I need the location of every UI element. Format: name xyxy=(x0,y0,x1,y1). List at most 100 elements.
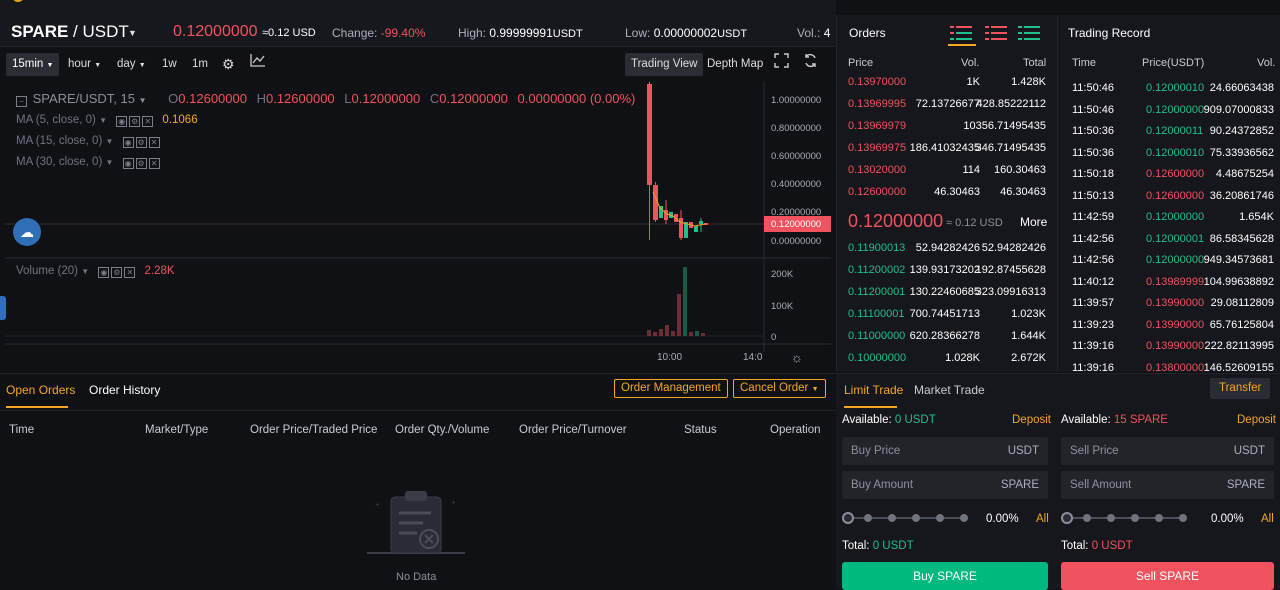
order-price: 0.11000000 xyxy=(848,330,906,342)
eye-icon[interactable]: ◉ xyxy=(122,158,134,169)
settings-icon[interactable]: ⚙ xyxy=(216,53,241,76)
order-volume: 72.13726677 xyxy=(915,98,980,110)
side-toggle-handle[interactable] xyxy=(0,296,6,320)
record-volume: 86.58345628 xyxy=(1209,232,1274,245)
indicator-icon[interactable] xyxy=(244,53,272,76)
record-row: 11:42:56 0.12000000 949.34573681 xyxy=(1058,249,1280,271)
sell-price-input[interactable]: Sell Price USDT xyxy=(1061,437,1274,465)
sell-amount-input[interactable]: Sell Amount SPARE xyxy=(1061,471,1274,499)
trading-view-tab[interactable]: Trading View xyxy=(625,53,704,76)
record-row: 11:39:16 0.13990000 222.82113995 xyxy=(1058,335,1280,357)
depth-map-tab[interactable]: Depth Map xyxy=(701,53,769,76)
ask-row[interactable]: 0.12600000 46.30463 46.30463 xyxy=(837,181,1058,203)
eye-icon[interactable]: ◉ xyxy=(122,137,134,148)
col-price: Price xyxy=(848,57,874,69)
bid-row[interactable]: 0.10000000 1.028K 2.672K xyxy=(837,347,1058,369)
vol-label: Vol.: xyxy=(797,26,821,40)
interval-day[interactable]: day ▼ xyxy=(111,53,152,76)
sell-deposit-link[interactable]: Deposit xyxy=(1237,414,1276,426)
transfer-button[interactable]: Transfer xyxy=(1210,378,1271,399)
empty-clipboard-icon: + + xyxy=(367,487,465,562)
close-icon[interactable]: ✕ xyxy=(148,158,160,169)
collapse-icon[interactable]: − xyxy=(16,96,27,107)
tab-limit-trade[interactable]: Limit Trade xyxy=(844,383,903,397)
interval-1m[interactable]: 1m xyxy=(186,53,214,76)
record-time: 11:50:13 xyxy=(1072,189,1115,202)
eye-icon[interactable]: ◉ xyxy=(116,116,128,127)
record-volume: 24.66063438 xyxy=(1209,82,1274,94)
empty-state-text: No Data xyxy=(396,571,437,583)
col-header: Order Price/Turnover xyxy=(519,424,627,436)
ma15-legend: MA (15, close, 0) ▼ ◉ ⚙ ✕ xyxy=(16,135,162,148)
chevron-down-icon[interactable]: ▼ xyxy=(106,158,114,167)
buy-percent-slider[interactable] xyxy=(842,512,968,524)
sell-all-link[interactable]: All xyxy=(1261,513,1274,525)
bid-row[interactable]: 0.11000000 620.28366278 1.644K xyxy=(837,325,1058,347)
chevron-down-icon[interactable]: ▼ xyxy=(99,116,107,125)
price-chart[interactable]: − SPARE/USDT, 15 ▼ O0.12600000 H0.126000… xyxy=(0,82,831,372)
sell-available-value: 15 SPARE xyxy=(1113,414,1168,426)
cancel-order-button[interactable]: Cancel Order ▼ xyxy=(733,379,826,398)
pair-dropdown-icon[interactable]: ▼ xyxy=(128,28,137,38)
ask-row[interactable]: 0.13969975 186.41032435 346.71495435 xyxy=(837,137,1058,159)
eye-icon[interactable]: ◉ xyxy=(98,267,110,278)
active-tab-indicator xyxy=(844,406,897,408)
tab-order-history[interactable]: Order History xyxy=(89,383,160,397)
record-time: 11:50:18 xyxy=(1072,168,1115,180)
chevron-down-icon[interactable]: ▼ xyxy=(139,96,147,105)
col-price-usdt: Price(USDT) xyxy=(1142,57,1205,69)
gear-icon[interactable]: ⚙ xyxy=(111,267,123,278)
close-icon[interactable]: ✕ xyxy=(142,116,154,127)
buy-available: Available: 0 USDT xyxy=(842,414,936,426)
buy-total: Total: 0 USDT xyxy=(842,540,914,552)
volume-label: Volume (20) xyxy=(16,265,79,277)
book-mode-asks-icon[interactable] xyxy=(985,24,1007,45)
gear-icon[interactable]: ⚙ xyxy=(135,158,147,169)
order-volume: 139.93173202 xyxy=(909,264,980,276)
more-link[interactable]: More xyxy=(1020,215,1047,229)
record-price: 0.13990000 xyxy=(1146,297,1205,309)
buy-all-link[interactable]: All xyxy=(1036,513,1049,525)
book-mode-both-icon[interactable] xyxy=(948,24,976,46)
refresh-icon[interactable] xyxy=(797,53,824,76)
volume-value: 2.28K xyxy=(144,265,175,277)
bid-row[interactable]: 0.11200001 130.22460685 323.09916313 xyxy=(837,281,1058,303)
interval-1w[interactable]: 1w xyxy=(156,53,183,76)
order-management-button[interactable]: Order Management xyxy=(614,379,728,398)
chart-theme-icon[interactable]: ☼ xyxy=(791,350,803,365)
chevron-down-icon[interactable]: ▼ xyxy=(106,137,114,146)
gear-icon[interactable]: ⚙ xyxy=(129,116,141,127)
ask-row[interactable]: 0.13970000 1K 1.428K xyxy=(837,71,1058,93)
record-price: 0.13989999 xyxy=(1146,275,1205,288)
buy-amount-input[interactable]: Buy Amount SPARE xyxy=(842,471,1048,499)
change-stat: Change: -99.40% xyxy=(332,26,425,40)
buy-deposit-link[interactable]: Deposit xyxy=(1012,414,1051,426)
ask-row[interactable]: 0.13020000 114 160.30463 xyxy=(837,159,1058,181)
ask-row[interactable]: 0.13969995 72.13726677 428.85222112 xyxy=(837,93,1058,115)
record-volume: 90.24372852 xyxy=(1209,125,1274,137)
order-price: 0.13969979 xyxy=(848,120,907,132)
buy-price-input[interactable]: Buy Price USDT xyxy=(842,437,1048,465)
bid-row[interactable]: 0.11900013 52.94282426 52.94282426 xyxy=(837,237,1058,259)
pair-selector[interactable]: SPARE / USDT xyxy=(11,22,129,42)
chevron-down-icon[interactable]: ▼ xyxy=(81,267,89,276)
tab-open-orders[interactable]: Open Orders xyxy=(6,383,75,397)
high-stat: High: 0.99999991USDT xyxy=(458,26,583,40)
ohlc-high: 0.12600000 xyxy=(265,91,335,106)
fullscreen-icon[interactable] xyxy=(768,53,795,76)
buy-button[interactable]: Buy SPARE xyxy=(842,562,1048,590)
close-icon[interactable]: ✕ xyxy=(124,267,136,278)
order-total: 1.428K xyxy=(1011,76,1046,88)
ask-row[interactable]: 0.13969979 10356.71495435 xyxy=(837,115,1058,137)
record-volume: 75.33936562 xyxy=(1209,146,1274,159)
bid-row[interactable]: 0.11100001 700.74451713 1.023K xyxy=(837,303,1058,325)
close-icon[interactable]: ✕ xyxy=(148,137,160,148)
gear-icon[interactable]: ⚙ xyxy=(135,137,147,148)
bid-row[interactable]: 0.11200002 139.93173202 192.87455628 xyxy=(837,259,1058,281)
book-mode-bids-icon[interactable] xyxy=(1018,24,1040,45)
sell-button[interactable]: Sell SPARE xyxy=(1061,562,1274,590)
interval-15min[interactable]: 15min ▼ xyxy=(6,53,60,76)
tab-market-trade[interactable]: Market Trade xyxy=(914,383,985,397)
sell-percent-slider[interactable] xyxy=(1061,512,1187,524)
interval-hour[interactable]: hour ▼ xyxy=(62,53,107,76)
